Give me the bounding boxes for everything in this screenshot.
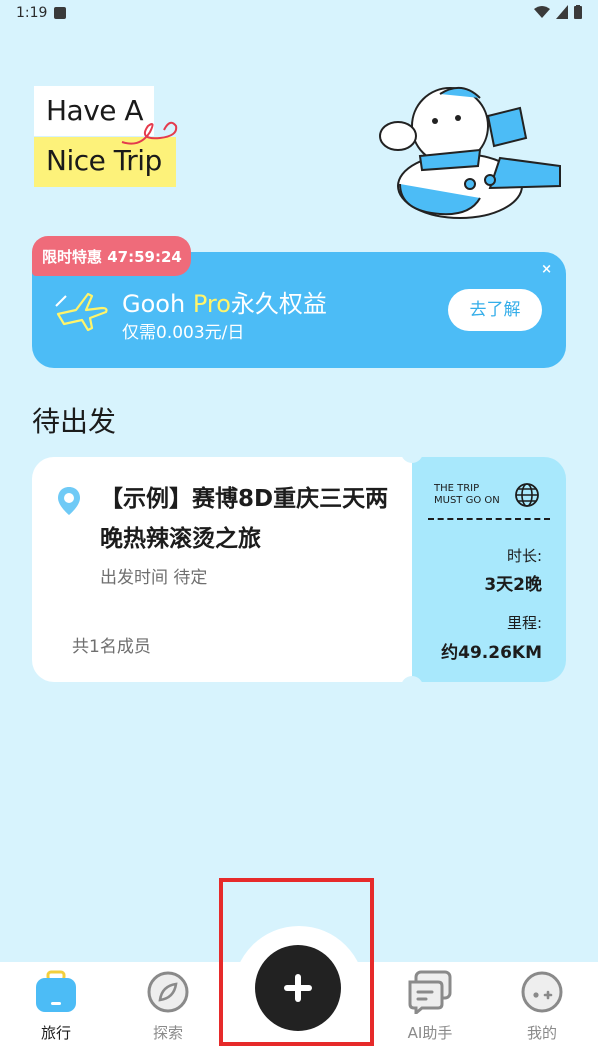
- section-title-upcoming: 待出发: [32, 405, 117, 438]
- trip-card[interactable]: 【示例】赛博8D重庆三天两晚热辣滚烫之旅 出发时间 待定 共1名成员 THE T…: [32, 451, 566, 688]
- trip-members: 共1名成员: [72, 637, 151, 657]
- mascot-plane-illustration: [379, 87, 561, 219]
- pro-title: Gooh Pro永久权益: [122, 290, 327, 318]
- nav-label-profile: 我的: [526, 1024, 557, 1042]
- nav-label-ai-assistant: AI助手: [407, 1024, 453, 1042]
- highlight-annotation: [219, 878, 374, 1046]
- status-bar: 1:19: [0, 0, 598, 28]
- plane-icon: [55, 292, 108, 332]
- duration-label: 时长:: [506, 547, 542, 565]
- notification-icon: [54, 7, 66, 19]
- compass-icon: [147, 971, 189, 1013]
- status-time: 1:19: [16, 5, 48, 21]
- scribble-decoration: [121, 121, 178, 145]
- pro-subtitle: 仅需0.003元/日: [122, 323, 245, 343]
- status-icons: [534, 5, 582, 19]
- nav-label-travel: 旅行: [40, 1024, 71, 1042]
- stub-divider: [428, 518, 550, 520]
- nav-item-explore[interactable]: 探索: [128, 970, 208, 1043]
- trip-slogan: THE TRIP MUST GO ON: [434, 483, 500, 506]
- suitcase-icon: [36, 970, 76, 1012]
- distance-value: 约49.26KM: [441, 643, 542, 663]
- nav-item-travel[interactable]: 旅行: [16, 970, 96, 1043]
- duration-value: 3天2晚: [484, 575, 542, 595]
- nav-item-profile[interactable]: 我的: [502, 970, 582, 1043]
- close-icon[interactable]: ×: [541, 262, 552, 277]
- location-pin-icon: [58, 487, 80, 515]
- wifi-icon: [534, 6, 550, 18]
- face-icon: [521, 971, 563, 1013]
- chat-icon: [408, 970, 452, 1017]
- signal-icon: [556, 5, 568, 19]
- learn-more-button[interactable]: 去了解: [448, 289, 542, 331]
- trip-title: 【示例】赛博8D重庆三天两晚热辣滚烫之旅: [100, 486, 389, 552]
- globe-icon: [515, 483, 539, 507]
- nav-label-explore: 探索: [152, 1024, 183, 1042]
- battery-icon: [574, 5, 582, 19]
- trip-depart-time: 出发时间 待定: [100, 568, 208, 588]
- distance-label: 里程:: [506, 614, 542, 632]
- countdown-badge: 限时特惠 47:59:24: [32, 236, 191, 276]
- nav-item-ai-assistant[interactable]: AI助手: [390, 970, 470, 1043]
